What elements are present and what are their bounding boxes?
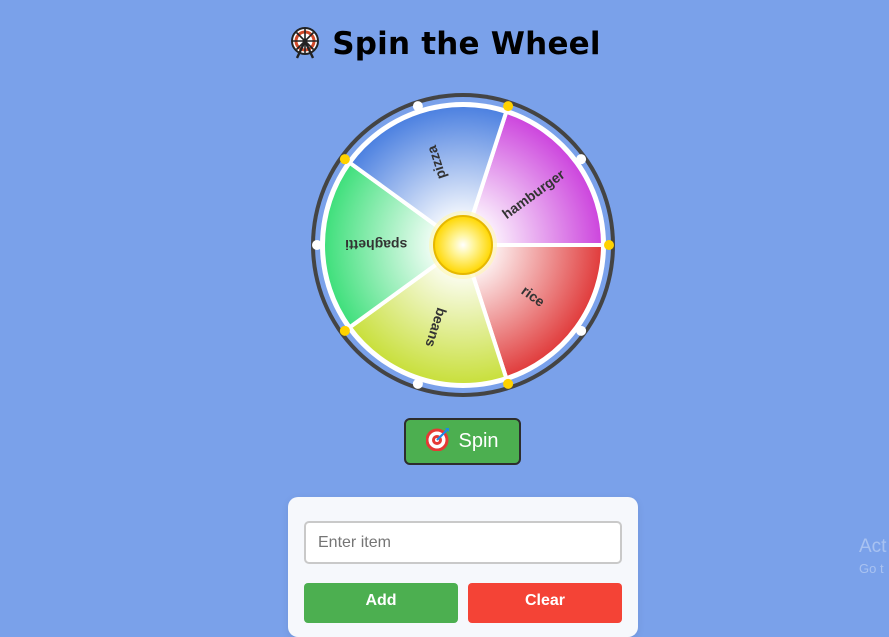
wheel-peg <box>604 240 614 250</box>
title-text: Spin the Wheel <box>332 26 601 62</box>
wheel-hub <box>433 215 493 275</box>
wheel-peg <box>503 101 514 112</box>
item-input[interactable] <box>304 521 622 564</box>
add-button[interactable]: Add <box>304 583 458 623</box>
spin-button[interactable]: Spin <box>404 418 521 465</box>
wheel-peg <box>412 378 423 389</box>
target-dart-icon <box>425 427 450 457</box>
wheel-peg <box>576 154 587 165</box>
wheel-peg <box>339 325 350 336</box>
wheel-peg <box>339 154 350 165</box>
watermark-line2: Go t <box>859 561 884 576</box>
wheel-peg <box>576 325 587 336</box>
watermark-line1: Act <box>859 536 887 557</box>
wheel[interactable]: hamburger rice beans spaghetti pizza <box>308 90 618 400</box>
wheel-graphic[interactable]: hamburgerricebeansspaghettipizza <box>308 90 618 400</box>
activation-watermark: Act Go t <box>859 536 886 580</box>
ferris-wheel-icon <box>288 26 322 68</box>
clear-button[interactable]: Clear <box>468 583 622 623</box>
wheel-peg <box>312 240 322 250</box>
item-panel: Add Clear <box>288 497 638 637</box>
wheel-peg <box>503 378 514 389</box>
wheel-label-spaghetti: spaghetti <box>345 237 407 253</box>
wheel-peg <box>412 101 423 112</box>
page-title: Spin the Wheel <box>0 26 889 68</box>
spin-button-label: Spin <box>458 430 499 452</box>
